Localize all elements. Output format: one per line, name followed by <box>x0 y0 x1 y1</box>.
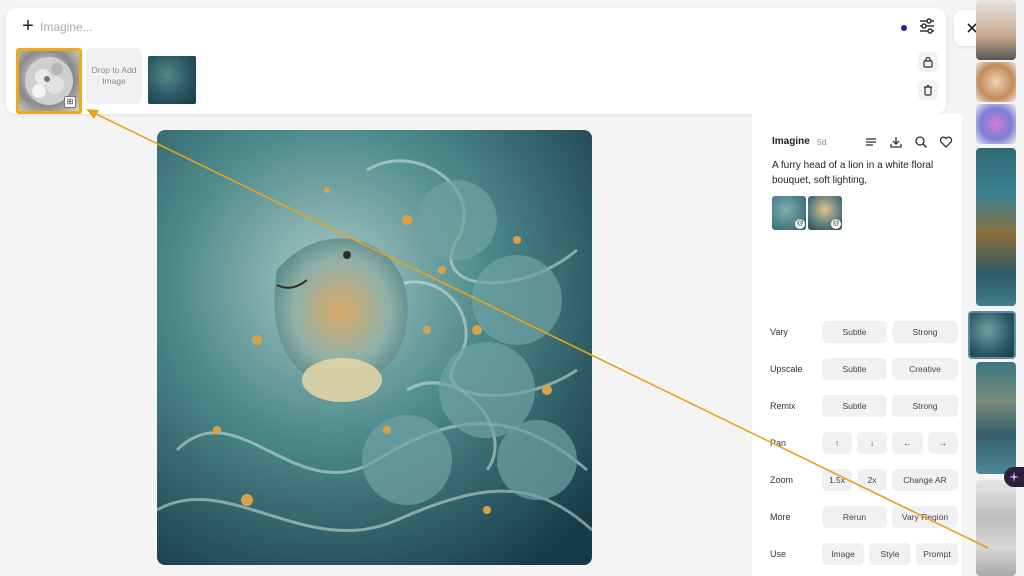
vary-subtle-button[interactable]: Subtle <box>822 321 887 343</box>
pan-down-button[interactable]: ↓ <box>857 432 887 454</box>
pan-left-button[interactable]: ← <box>892 432 923 454</box>
ai-assist-button[interactable] <box>1004 467 1024 487</box>
pan-label: Pan <box>770 438 787 448</box>
rerun-button[interactable]: Rerun <box>822 506 887 528</box>
upscale-row: Upscale Subtle Creative <box>770 358 960 382</box>
heart-icon[interactable] <box>939 135 953 149</box>
pan-right-button[interactable]: → <box>928 432 958 454</box>
remix-strong-button[interactable]: Strong <box>892 395 958 417</box>
link-icon: @ <box>795 219 805 229</box>
sliders-icon <box>920 18 934 34</box>
vary-label: Vary <box>770 327 788 337</box>
link-icon: @ <box>831 219 841 229</box>
image-prompt-icon: ⊞ <box>64 96 76 108</box>
remix-label: Remix <box>770 401 796 411</box>
image-thumbnail[interactable] <box>148 56 196 104</box>
drop-zone-text: Drop to Add Image <box>91 65 137 86</box>
prompt-description: A furry head of a lion in a white floral… <box>772 160 934 186</box>
history-thumbnail[interactable] <box>976 62 1016 102</box>
zoom-2x-button[interactable]: 2x <box>857 469 887 491</box>
plus-icon: + <box>22 15 34 37</box>
vary-region-button[interactable]: Vary Region <box>892 506 958 528</box>
zoom-row: Zoom 1.5x 2x Change AR <box>770 469 960 493</box>
upscale-creative-button[interactable]: Creative <box>892 358 958 380</box>
info-panel: Imagine 5d A furry head of a lion in a w… <box>752 114 962 576</box>
reference-image-thumbnail[interactable]: ⊞ <box>16 48 82 114</box>
use-style-button[interactable]: Style <box>869 543 911 565</box>
more-label: More <box>770 512 791 522</box>
prompt-input[interactable] <box>40 17 740 37</box>
upscale-label: Upscale <box>770 364 803 374</box>
selected-history-thumbnail[interactable] <box>968 311 1016 359</box>
change-ar-button[interactable]: Change AR <box>892 469 958 491</box>
drop-zone[interactable]: Drop to Add Image <box>86 48 142 104</box>
lion-artwork <box>157 130 592 565</box>
vary-strong-button[interactable]: Strong <box>892 321 958 343</box>
reference-thumbnail[interactable]: @ <box>772 196 806 230</box>
search-icon[interactable] <box>914 135 928 149</box>
settings-button[interactable] <box>918 17 936 35</box>
sparkle-icon <box>1009 472 1019 482</box>
zoom-1-5x-button[interactable]: 1.5x <box>822 469 852 491</box>
generated-image[interactable] <box>157 130 592 565</box>
history-thumbnail[interactable] <box>976 480 1016 576</box>
add-image-button[interactable]: + <box>18 15 38 37</box>
use-row: Use Image Style Prompt <box>770 543 960 567</box>
delete-button[interactable] <box>918 80 938 100</box>
use-prompt-button[interactable]: Prompt <box>916 543 958 565</box>
history-thumbnail[interactable] <box>976 362 1016 474</box>
prompt-panel: + ⊞ Drop to Add Image <box>6 8 946 114</box>
info-title: Imagine <box>772 136 810 147</box>
history-thumbnail[interactable] <box>976 0 1016 60</box>
reference-thumbnail[interactable]: @ <box>808 196 842 230</box>
pan-row: Pan ↑ ↓ ← → <box>770 432 960 456</box>
trash-icon <box>924 84 932 96</box>
use-label: Use <box>770 549 787 559</box>
list-icon[interactable] <box>864 135 878 149</box>
history-thumbnail[interactable] <box>976 104 1016 144</box>
use-image-button[interactable]: Image <box>822 543 864 565</box>
vary-row: Vary Subtle Strong <box>770 321 960 345</box>
upscale-subtle-button[interactable]: Subtle <box>822 358 887 380</box>
download-icon[interactable] <box>889 135 903 149</box>
info-age: 5d <box>817 137 827 147</box>
status-dot <box>901 25 907 31</box>
history-thumbnail[interactable] <box>976 148 1016 306</box>
lock-button[interactable] <box>918 52 938 72</box>
lock-icon <box>923 56 933 68</box>
pan-up-button[interactable]: ↑ <box>822 432 852 454</box>
more-row: More Rerun Vary Region <box>770 506 960 530</box>
remix-subtle-button[interactable]: Subtle <box>822 395 887 417</box>
remix-row: Remix Subtle Strong <box>770 395 960 419</box>
zoom-label: Zoom <box>770 475 794 485</box>
